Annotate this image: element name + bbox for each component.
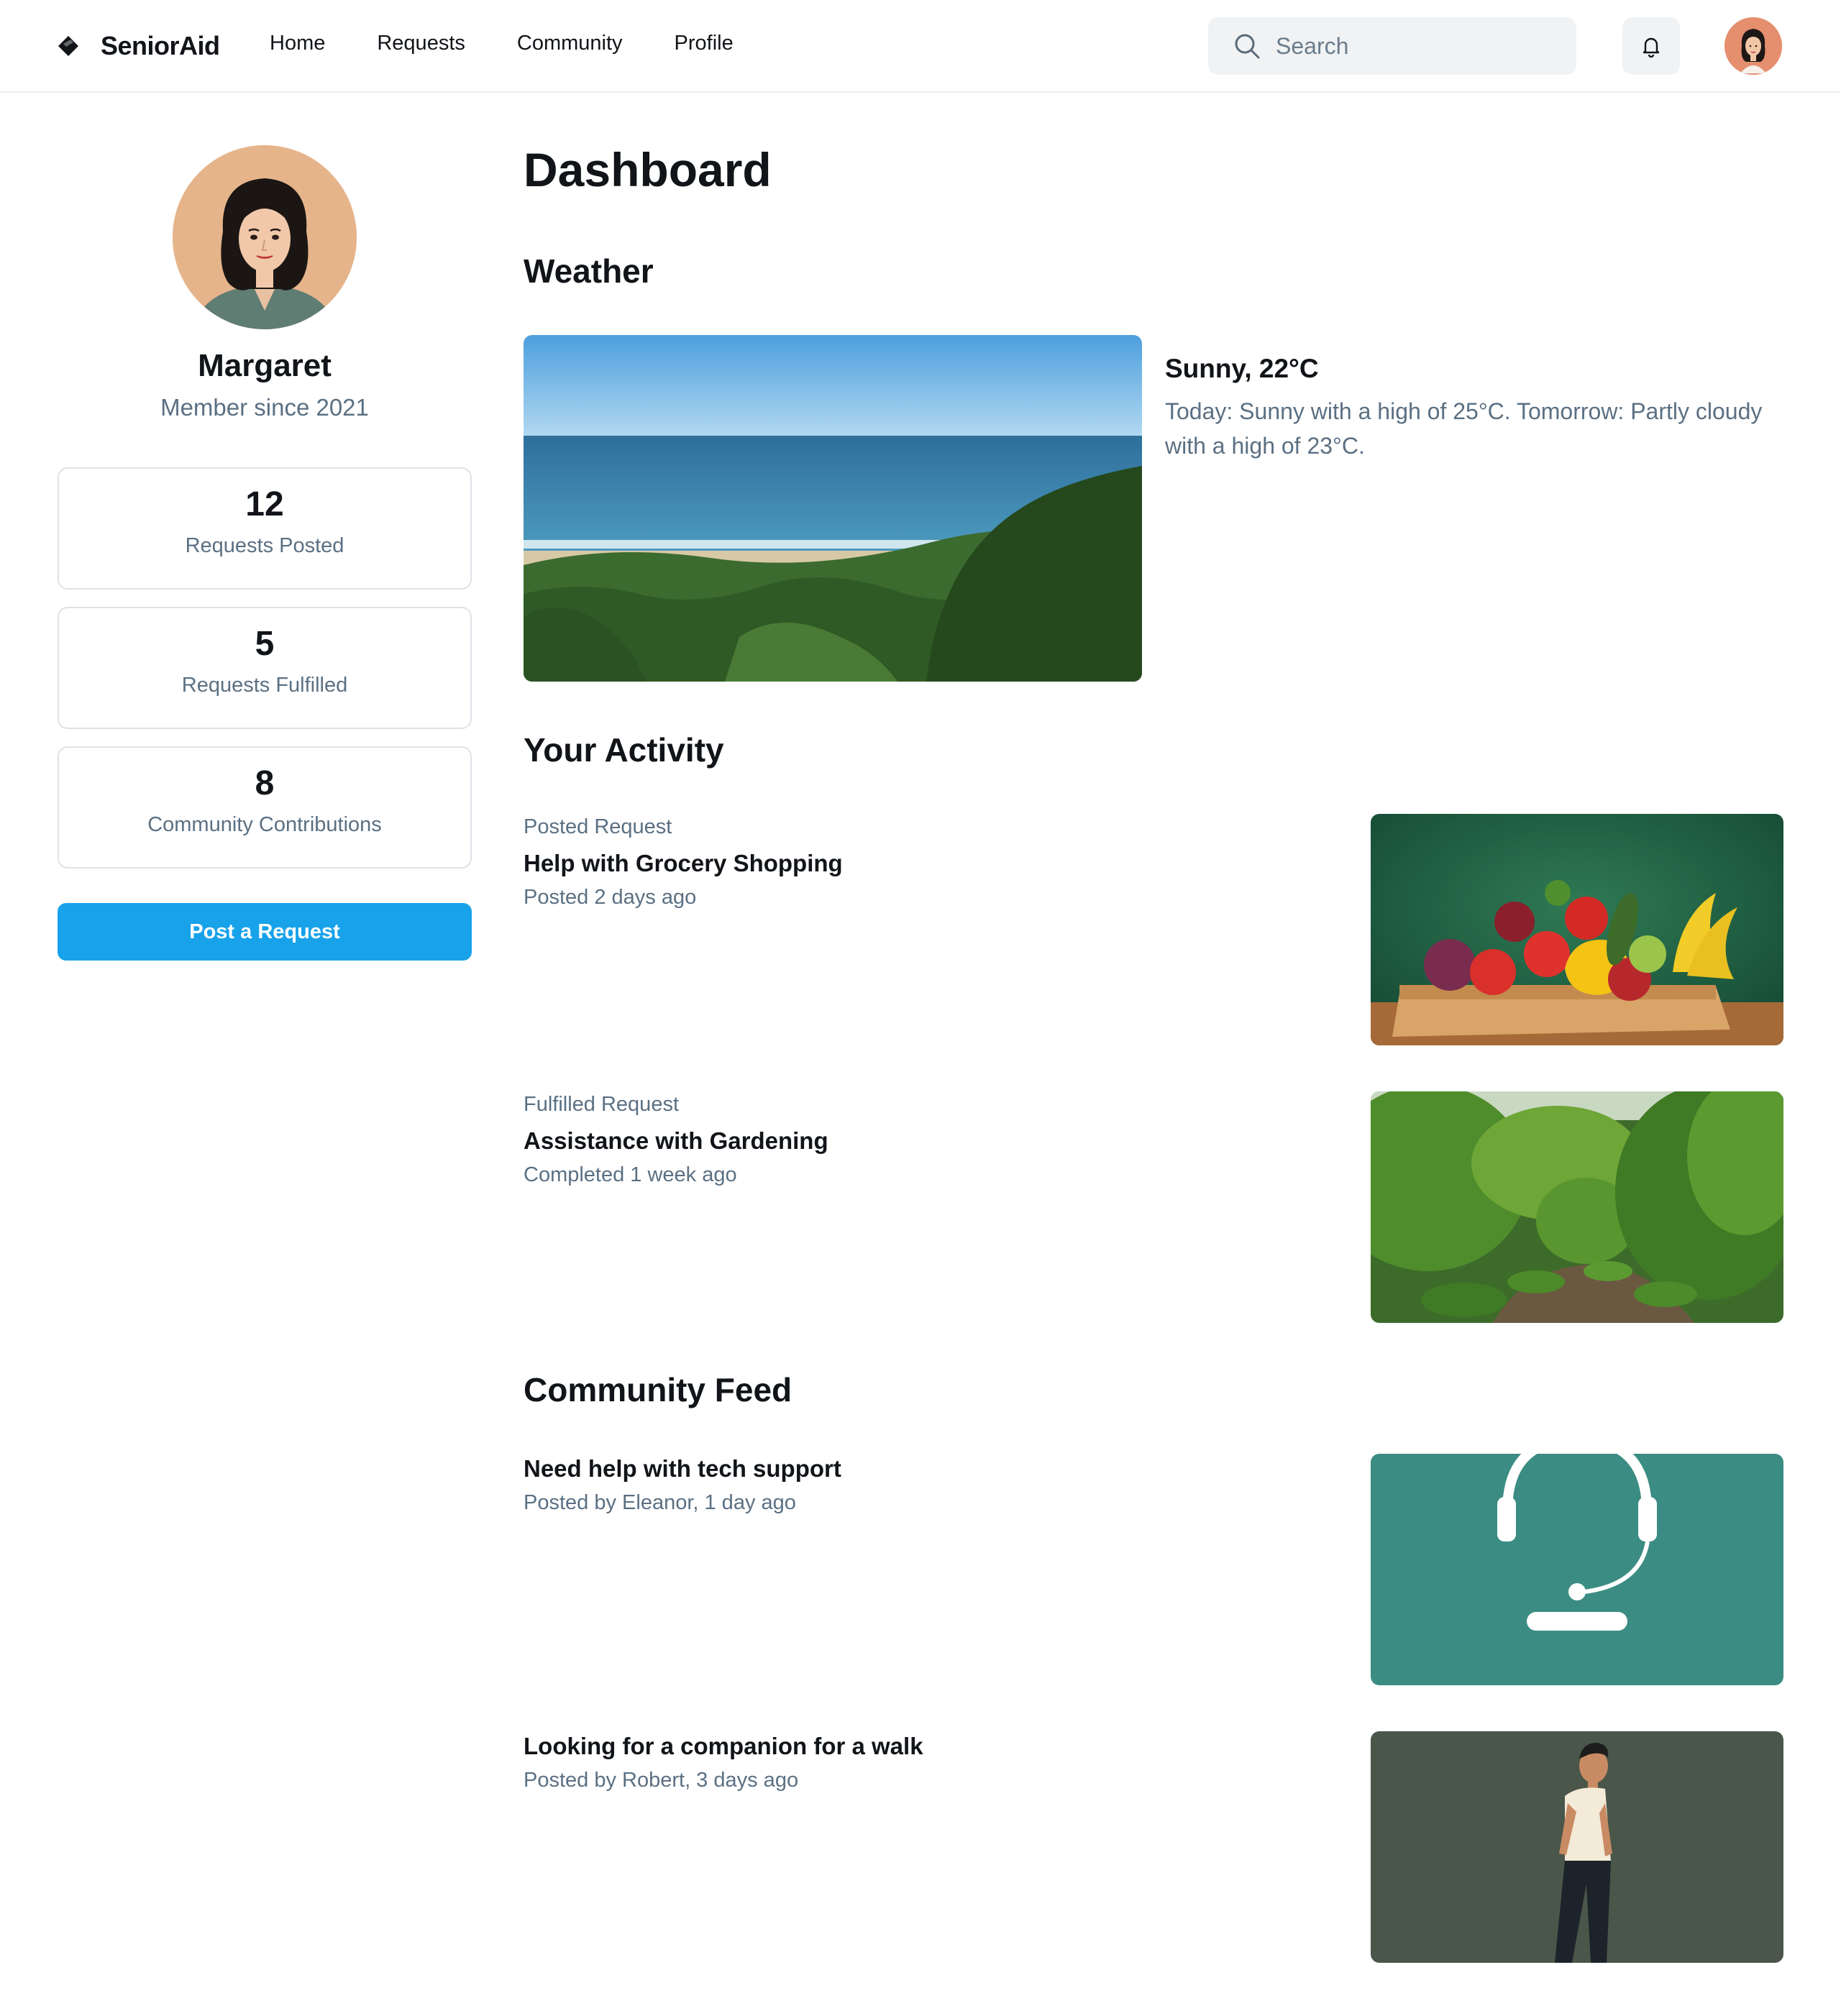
stat-card-requests-posted: 12 Requests Posted [58,467,472,590]
walking-man-image [1371,1731,1783,1963]
activity-type: Posted Request [524,815,672,838]
nav-profile[interactable]: Profile [675,32,734,55]
stat-value: 8 [255,764,275,802]
weather-title: Sunny, 22°C [1165,354,1319,383]
member-since: Member since 2021 [160,394,369,421]
weather-description: Today: Sunny with a high of 25°C. Tomorr… [1165,398,1763,459]
search-placeholder: Search [1276,32,1349,59]
produce-crate-image [1371,814,1783,1045]
garden-image [1371,1091,1783,1323]
activity-image-gardening [1371,1091,1783,1323]
stat-label: Requests Fulfilled [181,674,348,697]
feed-item-title[interactable]: Need help with tech support [524,1455,841,1483]
feed-item-title[interactable]: Looking for a companion for a walk [524,1733,923,1760]
search-input[interactable]: Search [1208,17,1576,75]
stat-label: Requests Posted [185,534,344,557]
nav-home[interactable]: Home [270,32,325,55]
user-avatar[interactable] [1724,17,1782,75]
activity-meta: Posted 2 days ago [524,886,697,909]
community-feed-heading: Community Feed [524,1371,792,1408]
activity-image-groceries [1371,814,1783,1045]
page-title: Dashboard [524,143,772,196]
app-name: SeniorAid [101,31,220,60]
avatar-portrait [1724,17,1782,75]
stat-card-community-contributions: 8 Community Contributions [58,746,472,869]
profile-portrait [173,145,357,329]
weather-image [524,335,1142,682]
feed-item-meta: Posted by Robert, 3 days ago [524,1769,799,1792]
weather-heading: Weather [524,252,654,290]
activity-heading: Your Activity [524,731,724,769]
activity-type: Fulfilled Request [524,1093,679,1116]
activity-title[interactable]: Help with Grocery Shopping [524,850,843,877]
user-name: Margaret [198,348,332,383]
headset-image [1371,1454,1783,1685]
nav-requests[interactable]: Requests [377,32,465,55]
post-request-button[interactable]: Post a Request [58,903,472,961]
coastal-landscape-image [524,335,1142,682]
nav-community[interactable]: Community [517,32,623,55]
feed-image-walk [1371,1731,1783,1963]
feed-item-meta: Posted by Eleanor, 1 day ago [524,1491,796,1514]
profile-avatar [173,145,357,329]
top-header: SeniorAid Home Requests Community Profil… [0,0,1841,93]
search-icon [1235,34,1260,59]
stat-card-requests-fulfilled: 5 Requests Fulfilled [58,607,472,729]
main-nav: Home Requests Community Profile [270,32,734,55]
activity-title[interactable]: Assistance with Gardening [524,1127,828,1155]
brand-logo[interactable]: SeniorAid [58,29,220,63]
stat-value: 12 [245,485,284,523]
feed-image-tech-support [1371,1454,1783,1685]
activity-meta: Completed 1 week ago [524,1163,737,1186]
notifications-button[interactable] [1622,17,1680,75]
stat-label: Community Contributions [147,813,382,836]
bell-icon [1643,37,1660,58]
diamond-logo-icon [58,36,78,56]
stat-value: 5 [255,625,275,663]
